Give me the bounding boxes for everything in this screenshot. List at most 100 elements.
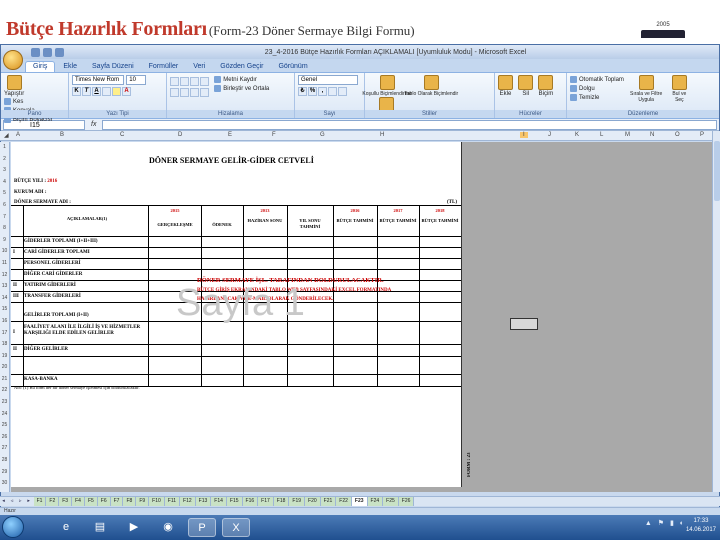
row-header[interactable]: 15 bbox=[0, 304, 9, 316]
align-left-icon[interactable] bbox=[170, 88, 179, 97]
row-header[interactable]: 11 bbox=[0, 258, 9, 270]
row-header[interactable]: 4 bbox=[0, 177, 9, 189]
column-header[interactable]: P bbox=[700, 132, 704, 138]
scroll-thumb[interactable] bbox=[714, 141, 720, 201]
prev-sheet-icon[interactable]: ◃ bbox=[8, 498, 15, 504]
italic-button[interactable]: T bbox=[82, 87, 91, 96]
row-header[interactable]: 30 bbox=[0, 478, 9, 490]
tab-formulas[interactable]: Formüller bbox=[142, 62, 186, 72]
sheet-tab[interactable]: F25 bbox=[383, 497, 399, 506]
find-select-button[interactable]: Bul ve Seç bbox=[668, 75, 690, 103]
column-header[interactable]: B bbox=[60, 132, 64, 138]
bold-button[interactable]: K bbox=[72, 87, 81, 96]
media-player-icon[interactable]: ▶ bbox=[120, 518, 148, 537]
row-header[interactable]: 18 bbox=[0, 339, 9, 351]
font-size-select[interactable]: 10 bbox=[126, 75, 147, 85]
wrap-text-button[interactable]: Metni Kaydır bbox=[214, 75, 269, 84]
sheet-tab[interactable]: F21 bbox=[320, 497, 337, 506]
comma-style-icon[interactable]: , bbox=[318, 87, 327, 96]
column-header[interactable]: F bbox=[272, 132, 276, 138]
last-sheet-icon[interactable]: ▸ bbox=[25, 498, 32, 504]
underline-button[interactable]: A bbox=[92, 87, 101, 96]
column-header-selected[interactable]: I bbox=[520, 132, 528, 138]
redo-icon[interactable] bbox=[55, 47, 64, 57]
paste-button[interactable]: Yapıştır bbox=[4, 75, 24, 97]
decrease-decimal-icon[interactable] bbox=[338, 87, 347, 96]
sheet-tab[interactable]: F1 bbox=[33, 497, 47, 506]
sheet-tab[interactable]: F20 bbox=[305, 497, 321, 506]
format-as-table-button[interactable]: Tablo Olarak Biçimlendir bbox=[404, 75, 458, 97]
row-header[interactable]: 10 bbox=[0, 246, 9, 258]
increase-decimal-icon[interactable] bbox=[328, 87, 337, 96]
ie-icon[interactable]: e bbox=[52, 518, 80, 537]
number-format-select[interactable]: Genel bbox=[298, 75, 358, 85]
sheet-tab[interactable]: F6 bbox=[97, 497, 111, 506]
row-header[interactable]: 26 bbox=[0, 432, 9, 444]
clear-button[interactable]: Temizle bbox=[570, 93, 624, 102]
align-center-icon[interactable] bbox=[180, 88, 189, 97]
sheet-tab[interactable]: F13 bbox=[195, 497, 212, 506]
chrome-icon[interactable]: ◉ bbox=[154, 518, 182, 537]
percent-icon[interactable]: % bbox=[308, 87, 317, 96]
clock[interactable]: 17:33 14.06.2017 bbox=[686, 517, 716, 535]
sheet-tab[interactable]: F17 bbox=[258, 497, 274, 506]
column-header[interactable]: N bbox=[650, 132, 654, 138]
align-middle-icon[interactable] bbox=[180, 77, 189, 86]
fill-button[interactable]: Dolgu bbox=[570, 84, 624, 93]
row-header[interactable]: 27 bbox=[0, 443, 9, 455]
autosum-button[interactable]: Otomatik Toplam bbox=[570, 75, 624, 84]
folder-icon[interactable]: ▤ bbox=[86, 518, 114, 537]
office-button[interactable] bbox=[3, 50, 23, 70]
sheet-tab[interactable]: F16 bbox=[242, 497, 259, 506]
tab-page-layout[interactable]: Sayfa Düzeni bbox=[85, 62, 141, 72]
align-right-icon[interactable] bbox=[190, 88, 199, 97]
sheet-tab[interactable]: F9 bbox=[136, 497, 150, 506]
column-header[interactable]: K bbox=[575, 132, 579, 138]
sheet-tab[interactable]: F15 bbox=[226, 497, 243, 506]
selected-cell[interactable] bbox=[510, 318, 538, 330]
select-all-corner[interactable]: ◢ bbox=[4, 132, 9, 139]
row-header[interactable]: 20 bbox=[0, 362, 9, 374]
delete-cells-button[interactable]: Sil bbox=[518, 75, 534, 97]
row-header[interactable]: 29 bbox=[0, 467, 9, 479]
row-header[interactable]: 6 bbox=[0, 200, 9, 212]
undo-icon[interactable] bbox=[43, 47, 52, 57]
sheet-tab[interactable]: F19 bbox=[289, 497, 306, 506]
tab-data[interactable]: Veri bbox=[186, 62, 212, 72]
row-header[interactable]: 23 bbox=[0, 397, 9, 409]
fx-icon[interactable]: fx bbox=[91, 121, 96, 128]
row-header[interactable]: 9 bbox=[0, 235, 9, 247]
row-header[interactable]: 17 bbox=[0, 328, 9, 340]
sheet-tab[interactable]: F4 bbox=[72, 497, 85, 506]
column-header[interactable]: A bbox=[16, 132, 20, 138]
row-header[interactable]: 12 bbox=[0, 270, 9, 282]
align-bottom-icon[interactable] bbox=[190, 77, 199, 86]
tab-review[interactable]: Gözden Geçir bbox=[213, 62, 270, 72]
row-header[interactable]: 19 bbox=[0, 351, 9, 363]
row-header[interactable]: 7 bbox=[0, 212, 9, 224]
tab-view[interactable]: Görünüm bbox=[271, 62, 314, 72]
sheet-tab[interactable]: F12 bbox=[180, 497, 196, 506]
format-cells-button[interactable]: Biçim bbox=[538, 75, 554, 97]
start-button[interactable] bbox=[2, 516, 24, 538]
conditional-formatting-button[interactable]: Koşullu Biçimlendirme bbox=[362, 75, 412, 97]
column-header[interactable]: J bbox=[548, 132, 551, 138]
excel-icon[interactable]: X bbox=[222, 518, 250, 537]
column-header[interactable]: D bbox=[178, 132, 182, 138]
column-header[interactable]: E bbox=[228, 132, 232, 138]
row-header[interactable]: 13 bbox=[0, 281, 9, 293]
row-header[interactable]: 1 bbox=[0, 142, 9, 154]
sheet-tab[interactable]: F26 bbox=[398, 497, 415, 506]
column-header[interactable]: G bbox=[320, 132, 325, 138]
column-header[interactable]: L bbox=[600, 132, 603, 138]
sheet-tab[interactable]: F18 bbox=[273, 497, 290, 506]
align-top-icon[interactable] bbox=[170, 77, 179, 86]
first-sheet-icon[interactable]: ◂ bbox=[0, 498, 7, 504]
indent-icon[interactable] bbox=[200, 88, 209, 97]
row-header[interactable]: 3 bbox=[0, 165, 9, 177]
sheet-tab[interactable]: F24 bbox=[367, 497, 384, 506]
row-header[interactable]: 22 bbox=[0, 385, 9, 397]
row-header[interactable]: 8 bbox=[0, 223, 9, 235]
font-color-icon[interactable]: A bbox=[122, 87, 131, 96]
currency-icon[interactable]: ₺ bbox=[298, 87, 307, 96]
